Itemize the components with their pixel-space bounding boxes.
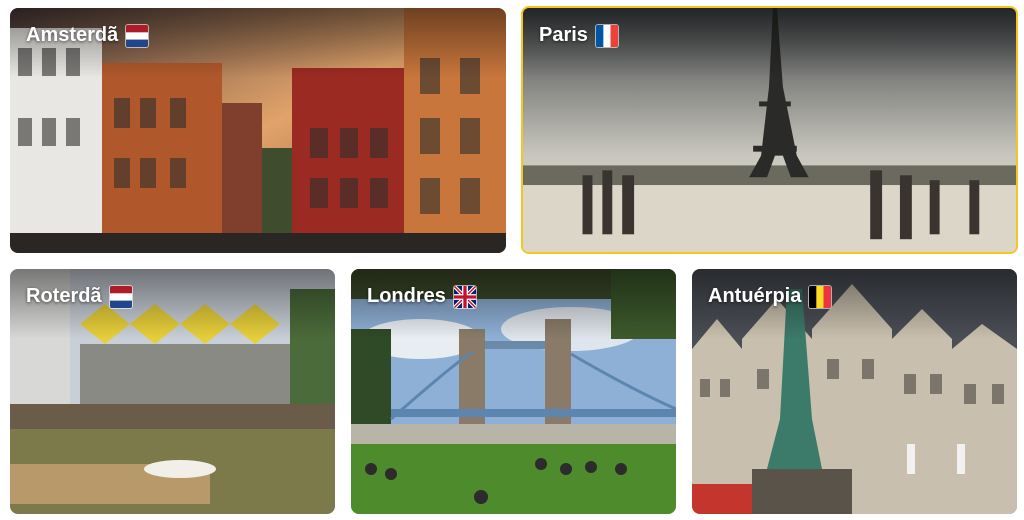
city-name: Antuérpia bbox=[708, 285, 802, 307]
city-title: Londres bbox=[367, 285, 476, 308]
city-title: Amsterdã bbox=[26, 24, 149, 47]
city-card-paris[interactable]: Paris bbox=[521, 6, 1018, 254]
city-card-antwerp[interactable]: Antuérpia bbox=[692, 269, 1017, 514]
city-name: Roterdã bbox=[26, 285, 102, 307]
city-card-amsterdam[interactable]: Amsterdã bbox=[10, 8, 506, 253]
uk-flag-icon bbox=[453, 285, 476, 308]
netherlands-flag-icon bbox=[126, 24, 149, 47]
belgium-flag-icon bbox=[809, 285, 832, 308]
city-title: Antuérpia bbox=[708, 285, 832, 308]
city-name: Amsterdã bbox=[26, 24, 119, 46]
city-name: Londres bbox=[367, 285, 446, 307]
city-title: Paris bbox=[539, 24, 618, 47]
city-title: Roterdã bbox=[26, 285, 132, 308]
city-card-rotterdam[interactable]: Roterdã bbox=[10, 269, 335, 514]
city-name: Paris bbox=[539, 24, 588, 46]
city-card-london[interactable]: Londres bbox=[351, 269, 676, 514]
france-flag-icon bbox=[595, 24, 618, 47]
netherlands-flag-icon bbox=[109, 285, 132, 308]
